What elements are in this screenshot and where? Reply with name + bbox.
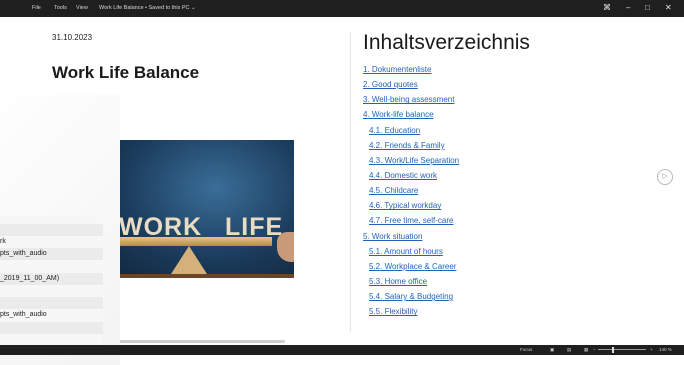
next-page-icon[interactable]: ▷ (657, 169, 673, 185)
menu-file[interactable]: File (32, 5, 41, 11)
file-row[interactable] (0, 285, 103, 297)
horizontal-scrollbar[interactable] (97, 340, 285, 343)
toc-item: 4.3. Work/Life Separation (363, 155, 459, 170)
title-bar: File Tools View Work Life Balance • Save… (0, 0, 684, 17)
zoom-in-button[interactable]: + (650, 347, 653, 353)
toc-link[interactable]: 5.1. Amount of hours (369, 247, 443, 256)
focus-icon[interactable]: ⌘ (603, 3, 611, 13)
focus-mode-button[interactable]: Focus (520, 347, 532, 353)
file-row[interactable]: pts_with_audio (0, 248, 103, 261)
toc-item: 2. Good quotes (363, 79, 459, 94)
close-icon[interactable]: ✕ (665, 3, 672, 13)
web-layout-icon[interactable]: ▦ (584, 347, 588, 353)
page-title: Work Life Balance (52, 63, 200, 82)
toc-link[interactable]: 4.4. Domestic work (369, 171, 437, 180)
file-list: rk pts_with_audio _2019_11_00_AM) pts_with_… (0, 216, 103, 355)
read-mode-icon[interactable]: ▣ (550, 347, 554, 353)
balance-pivot (171, 246, 207, 274)
toc-link[interactable]: 4.2. Friends & Family (369, 141, 445, 150)
toc-link[interactable]: 5.2. Workplace & Career (369, 262, 456, 271)
toc-link[interactable]: 3. Well-being assessment (363, 95, 454, 104)
toc-link[interactable]: 4.3. Work/Life Separation (369, 156, 459, 165)
toc-link[interactable]: 4.6. Typical workday (369, 201, 441, 210)
toc-link[interactable]: 5. Work situation (363, 232, 422, 241)
toc-link[interactable]: 5.5. Flexibility (369, 307, 417, 316)
zoom-slider-thumb[interactable] (612, 347, 615, 353)
toc-link[interactable]: 4. Work-life balance (363, 110, 434, 119)
minimize-icon[interactable]: – (626, 3, 630, 13)
zoom-level[interactable]: 140 % (659, 347, 672, 353)
toc-item: 4.1. Education (363, 125, 459, 140)
toc-item: 4. Work-life balance (363, 109, 459, 124)
toc-link[interactable]: 2. Good quotes (363, 80, 418, 89)
document-title[interactable]: Work Life Balance • Saved to this PC ⌄ (99, 5, 196, 11)
toc-item: 1. Dokumentenliste (363, 64, 459, 79)
toc-link[interactable]: 5.3. Home office (369, 277, 427, 286)
toc-item: 5.4. Salary & Budgeting (363, 291, 459, 306)
zoom-out-button[interactable]: – (593, 347, 596, 353)
file-row[interactable] (0, 297, 103, 310)
maximize-icon[interactable]: □ (645, 3, 650, 13)
document-date: 31.10.2023 (52, 33, 93, 42)
menu-tools[interactable]: Tools (54, 5, 67, 11)
toc-item: 4.6. Typical workday (363, 200, 459, 215)
file-row[interactable]: pts_with_audio (0, 309, 103, 321)
table-surface (97, 274, 294, 278)
hand-shape (277, 232, 294, 262)
file-row[interactable] (0, 261, 103, 273)
balance-plank (97, 237, 272, 246)
page-divider (350, 32, 351, 332)
work-life-balance-image: WORK LIFE (97, 140, 294, 278)
menu-view[interactable]: View (76, 5, 88, 11)
toc-item: 4.4. Domestic work (363, 170, 459, 185)
toc-item: 3. Well-being assessment (363, 94, 459, 109)
toc-item: 4.5. Childcare (363, 185, 459, 200)
toc-link[interactable]: 4.1. Education (369, 126, 420, 135)
toc-link[interactable]: 4.7. Free time, self-care (369, 216, 453, 225)
zoom-slider[interactable] (598, 349, 646, 350)
table-of-contents: 1. Dokumentenliste 2. Good quotes 3. Well-… (363, 64, 459, 321)
file-row[interactable] (0, 224, 103, 236)
toc-item: 5.2. Workplace & Career (363, 261, 459, 276)
toc-link[interactable]: 1. Dokumentenliste (363, 65, 431, 74)
toc-item: 5.5. Flexibility (363, 306, 459, 321)
toc-item: 5.1. Amount of hours (363, 246, 459, 261)
toc-item: 4.7. Free time, self-care (363, 215, 459, 230)
toc-item: 5.3. Home office (363, 276, 459, 291)
print-layout-icon[interactable]: ▤ (567, 347, 571, 353)
status-bar: Focus ▣ ▤ ▦ – + 140 % (0, 345, 684, 355)
file-row[interactable] (0, 321, 103, 334)
toc-link[interactable]: 4.5. Childcare (369, 186, 418, 195)
toc-item: 4.2. Friends & Family (363, 140, 459, 155)
toc-item: 5. Work situation (363, 231, 459, 246)
file-row[interactable]: rk (0, 236, 103, 248)
toc-title: Inhaltsverzeichnis (363, 31, 530, 54)
toc-link[interactable]: 5.4. Salary & Budgeting (369, 292, 453, 301)
file-row[interactable]: _2019_11_00_AM) (0, 272, 103, 285)
